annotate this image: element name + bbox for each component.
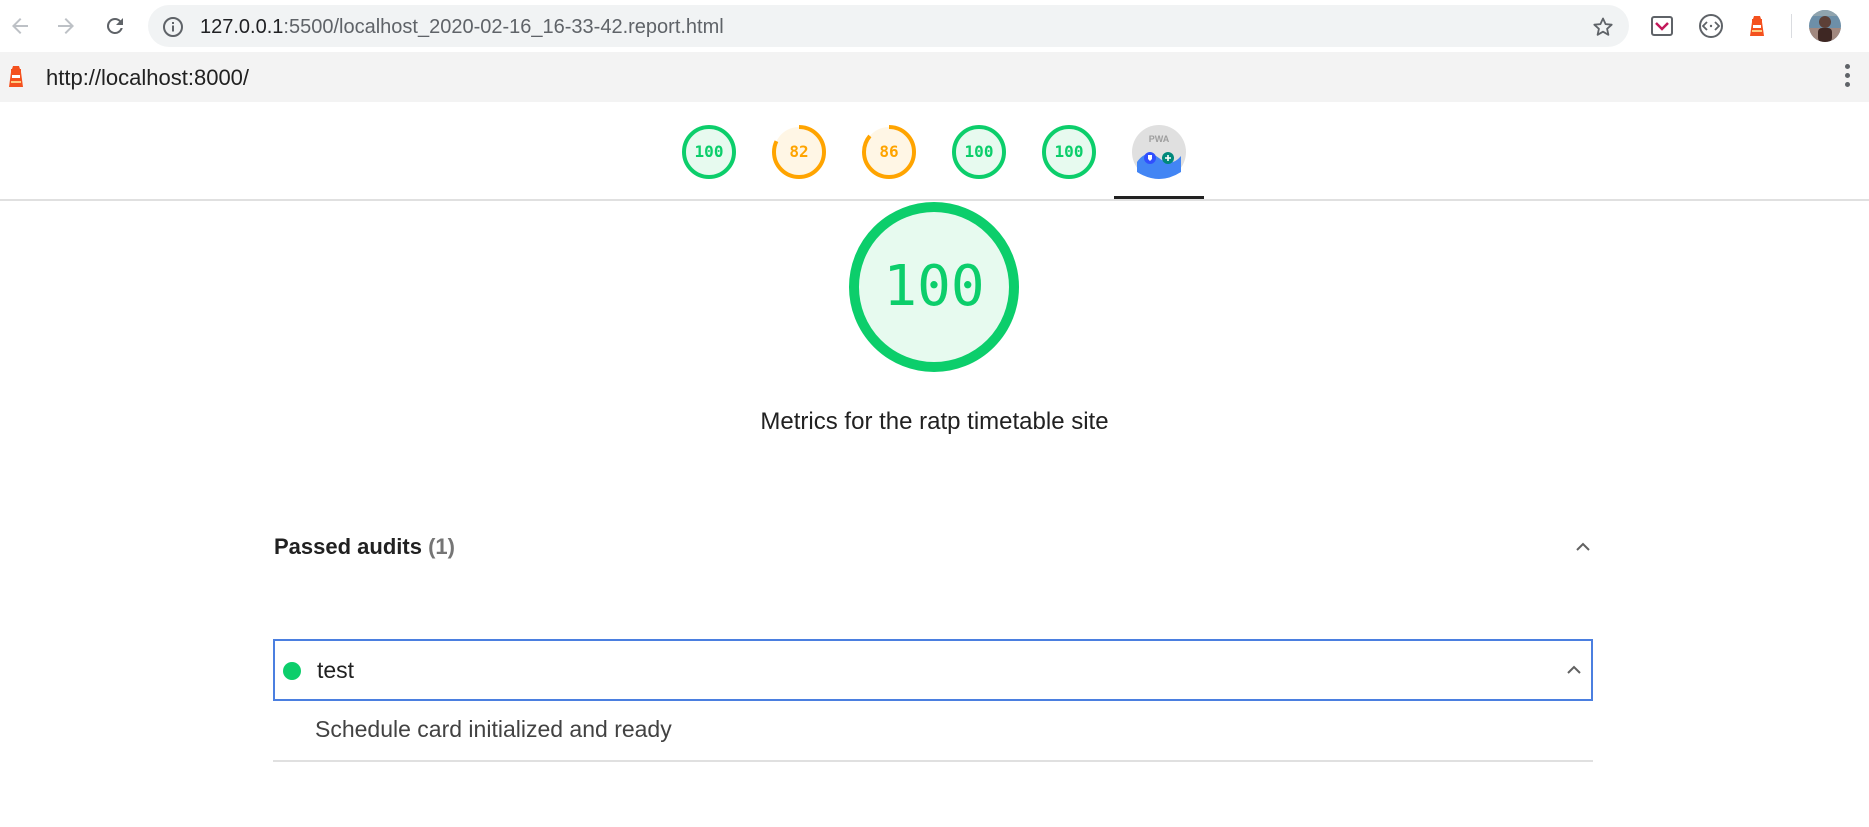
address-bar[interactable]: 127.0.0.1:5500/localhost_2020-02-16_16-3… [148,5,1629,47]
category-score-value: 100 [883,254,985,319]
lighthouse-extension-icon[interactable] [1743,12,1771,40]
gauge-best-practices[interactable]: 86 [861,124,917,180]
gauge-seo[interactable]: 100 [951,124,1007,180]
more-options-icon[interactable] [1843,64,1851,92]
active-category-indicator [1114,196,1204,199]
gauge-custom-category[interactable]: 100 [1041,124,1097,180]
group-title-text: Passed audits [274,534,422,559]
pocket-extension-icon[interactable] [1648,12,1676,40]
svg-text:PWA: PWA [1149,134,1170,144]
back-arrow-icon[interactable] [6,12,34,40]
code-extension-icon[interactable] [1697,12,1725,40]
audit-title: test [317,657,355,683]
category-description: Metrics for the ratp timetable site [760,408,1109,435]
category-score-gauge: 100 [848,201,1020,373]
report-topbar: http://localhost:8000/ [0,52,1869,102]
gauge-score: 100 [694,142,724,161]
lighthouse-logo-icon [6,64,26,95]
url-host: 127.0.0.1 [200,16,284,38]
audit-row[interactable]: test [273,639,1593,701]
browser-toolbar: 127.0.0.1:5500/localhost_2020-02-16_16-3… [0,0,1869,52]
gauge-score: 82 [789,142,809,161]
toolbar-separator [1791,14,1792,38]
category-gauge-row: 100 82 86 100 100 PWA [0,102,1869,201]
chevron-up-icon[interactable] [1563,659,1585,681]
gauge-accessibility[interactable]: 82 [771,124,827,180]
pass-status-icon [283,662,301,680]
group-count: (1) [428,534,455,559]
forward-arrow-icon[interactable] [52,12,80,40]
passed-audits-title: Passed audits (1) [274,534,455,560]
gauge-performance[interactable]: 100 [681,124,737,180]
gauge-score: 100 [1054,142,1084,161]
address-url[interactable]: 127.0.0.1:5500/localhost_2020-02-16_16-3… [200,16,724,39]
audit-description: Schedule card initialized and ready [315,716,672,742]
chevron-up-icon[interactable] [1572,536,1594,558]
report-url[interactable]: http://localhost:8000/ [46,65,249,91]
url-path: :5500/localhost_2020-02-16_16-33-42.repo… [283,16,724,38]
info-icon[interactable] [162,16,184,38]
pwa-badge-icon: PWA [1132,125,1186,179]
reload-icon[interactable] [101,12,129,40]
gauge-pwa-badge[interactable]: PWA [1131,124,1187,180]
profile-avatar[interactable] [1809,10,1841,42]
gauge-score: 86 [879,142,899,161]
audit-divider [273,760,1593,762]
gauge-score: 100 [964,142,994,161]
bookmark-star-icon[interactable] [1591,15,1615,39]
passed-audits-header[interactable]: Passed audits (1) [274,530,1594,564]
